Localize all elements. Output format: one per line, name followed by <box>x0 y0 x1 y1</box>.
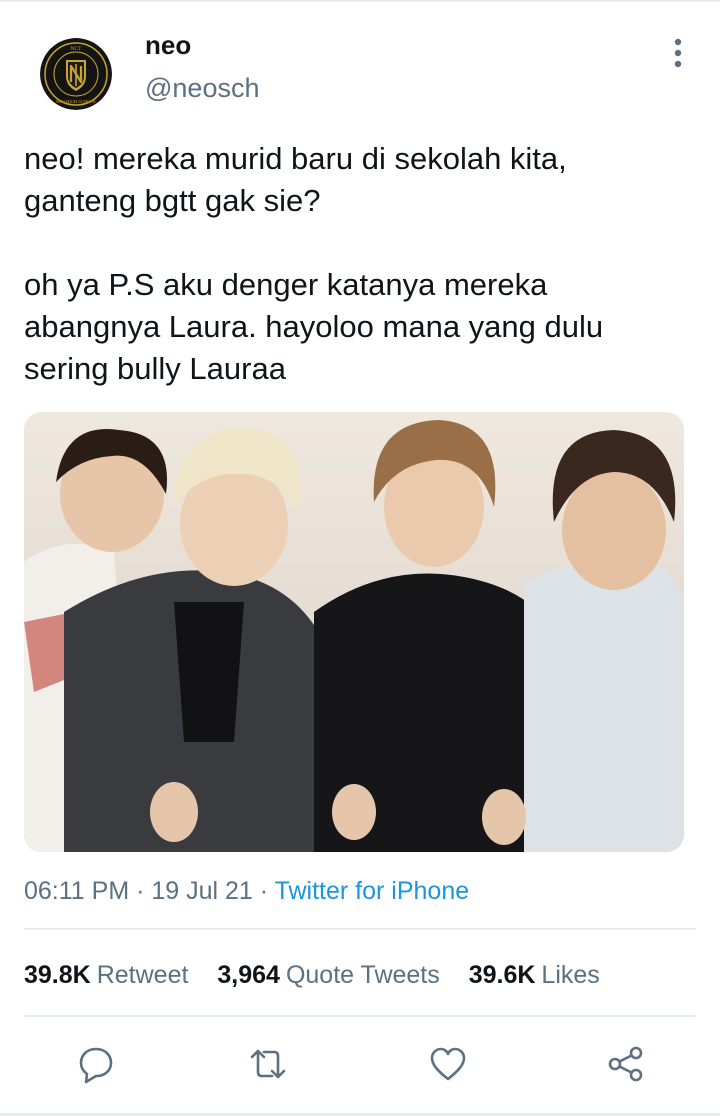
retweets-label: Retweet <box>96 961 189 989</box>
more-options-button[interactable] <box>664 36 692 70</box>
retweet-icon <box>250 1049 286 1079</box>
likes-stat[interactable]: 39.6K Likes <box>469 958 600 992</box>
tweet-time[interactable]: 06:11 PM <box>24 877 129 905</box>
quotes-label: Quote Tweets <box>285 961 440 989</box>
tweet-timestamp: 06:11 PM · 19 Jul 21 · Twitter for iPhon… <box>24 874 469 908</box>
tweet-source-link[interactable]: Twitter for iPhone <box>275 877 470 905</box>
tweet-photo[interactable] <box>24 412 684 852</box>
quotes-stat[interactable]: 3,964 Quote Tweets <box>217 958 439 992</box>
share-button[interactable] <box>606 1044 646 1084</box>
likes-label: Likes <box>541 961 600 989</box>
share-icon <box>608 1046 643 1082</box>
more-vertical-icon <box>674 38 682 68</box>
likes-count: 39.6K <box>468 961 536 989</box>
divider <box>24 1015 696 1017</box>
tweet-stats: 39.8K Retweet 3,964 Quote Tweets 39.6K Like… <box>24 958 622 992</box>
quotes-count: 3,964 <box>217 961 280 989</box>
top-border <box>0 0 720 2</box>
tweet-date[interactable]: 19 Jul 21 <box>151 877 252 905</box>
school-crest-logo: NCT NEO HIGH SCHOOL <box>40 38 112 110</box>
tweet-text: neo! mereka murid baru di sekolah kita, … <box>24 141 604 386</box>
svg-text:NEO HIGH SCHOOL: NEO HIGH SCHOOL <box>56 99 97 104</box>
retweet-button[interactable] <box>248 1044 288 1084</box>
display-name[interactable]: neo <box>145 30 191 60</box>
avatar[interactable]: NCT NEO HIGH SCHOOL <box>40 38 112 110</box>
reply-button[interactable] <box>76 1044 116 1084</box>
user-handle[interactable]: @neosch <box>145 72 259 104</box>
divider <box>24 928 696 930</box>
heart-icon <box>430 1047 466 1081</box>
meta-separator: · <box>252 877 275 905</box>
like-button[interactable] <box>428 1044 468 1084</box>
meta-separator: · <box>129 877 152 905</box>
group-photo-image <box>24 412 684 852</box>
retweets-count: 39.8K <box>24 961 91 989</box>
retweets-stat[interactable]: 39.8K Retweet <box>24 958 188 992</box>
reply-icon <box>79 1047 113 1084</box>
svg-text:NCT: NCT <box>71 46 83 52</box>
